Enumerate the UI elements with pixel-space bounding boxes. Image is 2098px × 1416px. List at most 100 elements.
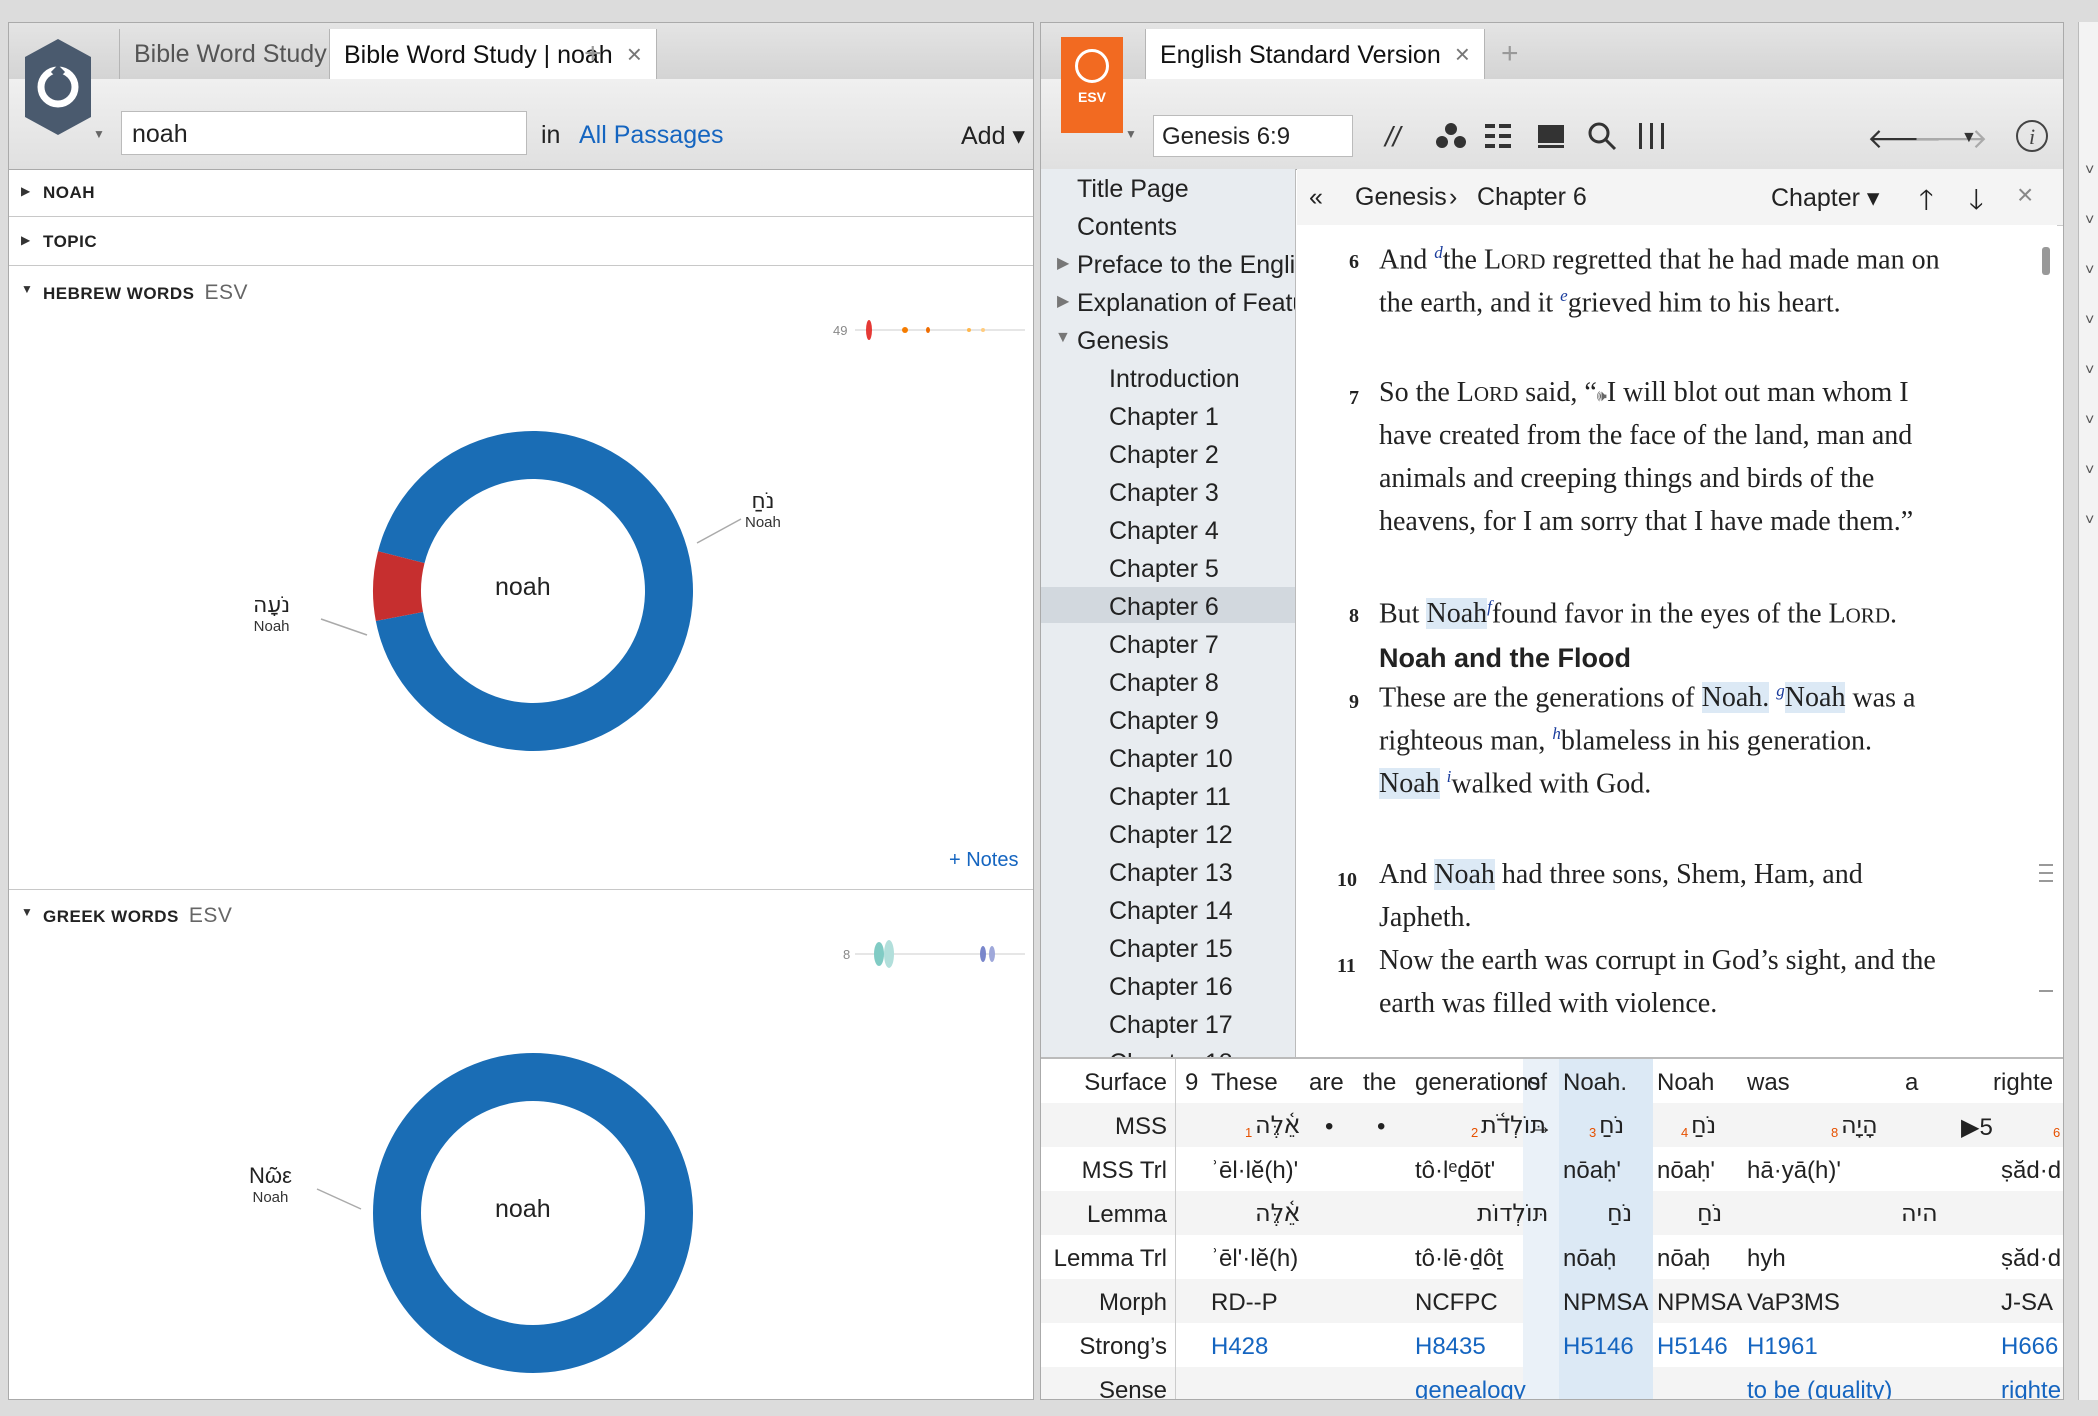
collapse-arrow-icon[interactable]: ▼ (21, 905, 33, 919)
lemma-word[interactable]: אֵ֫לֶּה (1255, 1199, 1299, 1228)
greek-sparkline[interactable] (855, 939, 1025, 969)
sense-link[interactable]: righte (2001, 1377, 2061, 1399)
strongs-link[interactable]: H5146 (1657, 1333, 1728, 1361)
highlighted-word[interactable]: Noah (1426, 598, 1488, 630)
morph-code[interactable]: NCFPC (1415, 1289, 1498, 1317)
toc-item[interactable]: Chapter 7 (1109, 631, 1219, 660)
lemma-translit[interactable]: nōaḥ (1563, 1245, 1616, 1273)
morph-code[interactable]: NPMSA (1563, 1289, 1648, 1317)
toc-item[interactable]: Explanation of Featu (1077, 289, 1295, 318)
chevron-down-icon[interactable]: ˅ (2085, 312, 2094, 330)
lemma-translit[interactable]: ʾēlʹ·lĕ(h) (1211, 1245, 1298, 1273)
mss-translit[interactable]: ʾēl·lĕ(h)ʹ (1211, 1157, 1298, 1185)
chevron-down-icon[interactable]: ▼ (1125, 127, 1137, 141)
layout-icon[interactable] (1485, 123, 1513, 149)
mss-translit[interactable]: hā·yā(h)ʹ (1747, 1157, 1841, 1185)
verse-number[interactable]: 8 (1349, 605, 1359, 628)
hebrew-word[interactable]: הָיָה (1841, 1111, 1878, 1139)
verse-number[interactable]: 11 (1337, 955, 1356, 978)
chevron-down-icon[interactable]: ˅ (2085, 162, 2094, 180)
breadcrumb-chapter[interactable]: Chapter 6 (1477, 183, 1587, 212)
chevron-down-icon[interactable]: ˅ (2085, 212, 2094, 230)
toc-item[interactable]: Preface to the Englis (1077, 251, 1295, 280)
toc-item-selected[interactable]: Chapter 6 (1109, 593, 1219, 622)
chevron-down-icon[interactable]: ˅ (2085, 412, 2094, 430)
expand-play-icon[interactable]: ▶5 (1961, 1113, 1993, 1142)
expand-arrow-icon[interactable]: ▶ (1057, 253, 1069, 273)
close-icon[interactable]: × (1455, 39, 1470, 69)
toc-item[interactable]: Chapter 14 (1109, 897, 1233, 926)
surface-word[interactable]: the (1363, 1069, 1396, 1097)
mss-translit[interactable]: nōaḥʹ (1563, 1157, 1621, 1185)
footnote-link[interactable]: h (1552, 724, 1561, 743)
info-icon[interactable]: i (2015, 119, 2049, 153)
lemma-word[interactable]: היה (1901, 1199, 1938, 1227)
lemma-translit[interactable]: ṣăd·d (2001, 1245, 2061, 1273)
close-icon[interactable]: × (2017, 179, 2033, 211)
toc-item[interactable]: Chapter 1 (1109, 403, 1219, 432)
new-tab-button[interactable]: + (1501, 29, 1519, 79)
section-greek-words[interactable]: ▼ GREEK WORDS ESV (9, 889, 1033, 937)
morph-code[interactable]: VaP3MS (1747, 1289, 1840, 1317)
toc-item[interactable]: Chapter 17 (1109, 1011, 1233, 1040)
toc-item[interactable]: Chapter 16 (1109, 973, 1233, 1002)
toc-item[interactable]: Chapter 15 (1109, 935, 1233, 964)
next-chapter-icon[interactable]: 🡓 (1969, 179, 1984, 227)
search-icon[interactable] (1587, 121, 1617, 151)
add-notes-link[interactable]: + Notes (949, 849, 1018, 872)
collapse-arrow-icon[interactable]: ▼ (1055, 329, 1071, 347)
footnote-link[interactable]: d (1434, 243, 1443, 262)
strongs-link[interactable]: H1961 (1747, 1333, 1818, 1361)
toc-item[interactable]: Chapter 13 (1109, 859, 1233, 888)
toc-item[interactable]: Chapter 4 (1109, 517, 1219, 546)
reading-scrollbar[interactable] (2039, 225, 2053, 1057)
expand-arrow-icon[interactable]: ▶ (1057, 291, 1069, 311)
lemma-word[interactable]: נֹחַ (1697, 1199, 1722, 1227)
highlighted-word[interactable]: Noah (1784, 682, 1846, 714)
lemma-translit[interactable]: tô·lē·ḏôṯ (1415, 1245, 1503, 1273)
verse-number[interactable]: 6 (1349, 251, 1359, 274)
toc-item[interactable]: Chapter 9 (1109, 707, 1219, 736)
columns-icon[interactable] (1637, 121, 1667, 151)
strongs-link[interactable]: H8435 (1415, 1333, 1486, 1361)
surface-word[interactable]: generations (1415, 1069, 1540, 1097)
toc-item[interactable]: Chapter 8 (1109, 669, 1219, 698)
mss-translit[interactable]: ṣăd·d (2001, 1157, 2061, 1185)
toc-item[interactable]: Genesis (1077, 327, 1169, 356)
tab-esv[interactable]: English Standard Version × (1145, 29, 1485, 80)
strongs-link[interactable]: H428 (1211, 1333, 1268, 1361)
hebrew-word[interactable]: אֵ֫לֶּה (1255, 1111, 1299, 1140)
toc-item[interactable]: Introduction (1109, 365, 1240, 394)
morph-code[interactable]: RD--P (1211, 1289, 1278, 1317)
surface-word[interactable]: Noah (1657, 1069, 1714, 1097)
reference-input[interactable]: Genesis 6:9 (1153, 115, 1353, 157)
toc-item[interactable]: Chapter 18 (1109, 1049, 1233, 1057)
mss-translit[interactable]: tô·lᵉḏōtʹ (1415, 1157, 1495, 1185)
chevron-down-icon[interactable]: ˅ (2085, 462, 2094, 480)
chevron-down-icon[interactable]: ˅ (2085, 362, 2094, 380)
morph-code[interactable]: NPMSA (1657, 1289, 1742, 1317)
word-label-noach[interactable]: נֹחַ Noah (745, 489, 781, 531)
surface-word[interactable]: righte (1993, 1069, 2053, 1097)
lemma-translit[interactable]: hyh (1747, 1245, 1786, 1273)
toc-item[interactable]: Chapter 3 (1109, 479, 1219, 508)
footnote-link[interactable]: e (1560, 286, 1568, 305)
collapsed-panel-edge[interactable]: ˅ ˅ ˅ ˅ ˅ ˅ ˅ ˅ (2078, 22, 2098, 1400)
verse-number[interactable]: 9 (1185, 1069, 1198, 1097)
toc-item[interactable]: Chapter 12 (1109, 821, 1233, 850)
collapse-toc-button[interactable]: « (1309, 183, 1323, 212)
lemma-word[interactable]: נֹחַ (1607, 1199, 1632, 1227)
chevron-down-icon[interactable]: ˅ (2085, 512, 2094, 530)
esv-logo[interactable]: ESV (1061, 37, 1123, 133)
toc-item[interactable]: Chapter 11 (1109, 783, 1231, 812)
chapter-mode-dropdown[interactable]: Chapter ▾ (1771, 183, 1879, 213)
lemma-translit[interactable]: nōaḥ (1657, 1245, 1710, 1273)
lemma-word[interactable]: תּוֹלְדוֹת (1477, 1199, 1548, 1227)
hebrew-word[interactable]: נֹחַ (1599, 1111, 1624, 1139)
people-icon[interactable] (1435, 121, 1467, 151)
history-chevron-icon[interactable]: ▼ (1961, 129, 1977, 147)
strongs-link[interactable]: H5146 (1563, 1333, 1634, 1361)
word-label-noe[interactable]: Νῶε Noah (249, 1163, 292, 1206)
surface-word[interactable]: a (1905, 1069, 1918, 1097)
toc-item[interactable]: Title Page (1077, 175, 1189, 204)
